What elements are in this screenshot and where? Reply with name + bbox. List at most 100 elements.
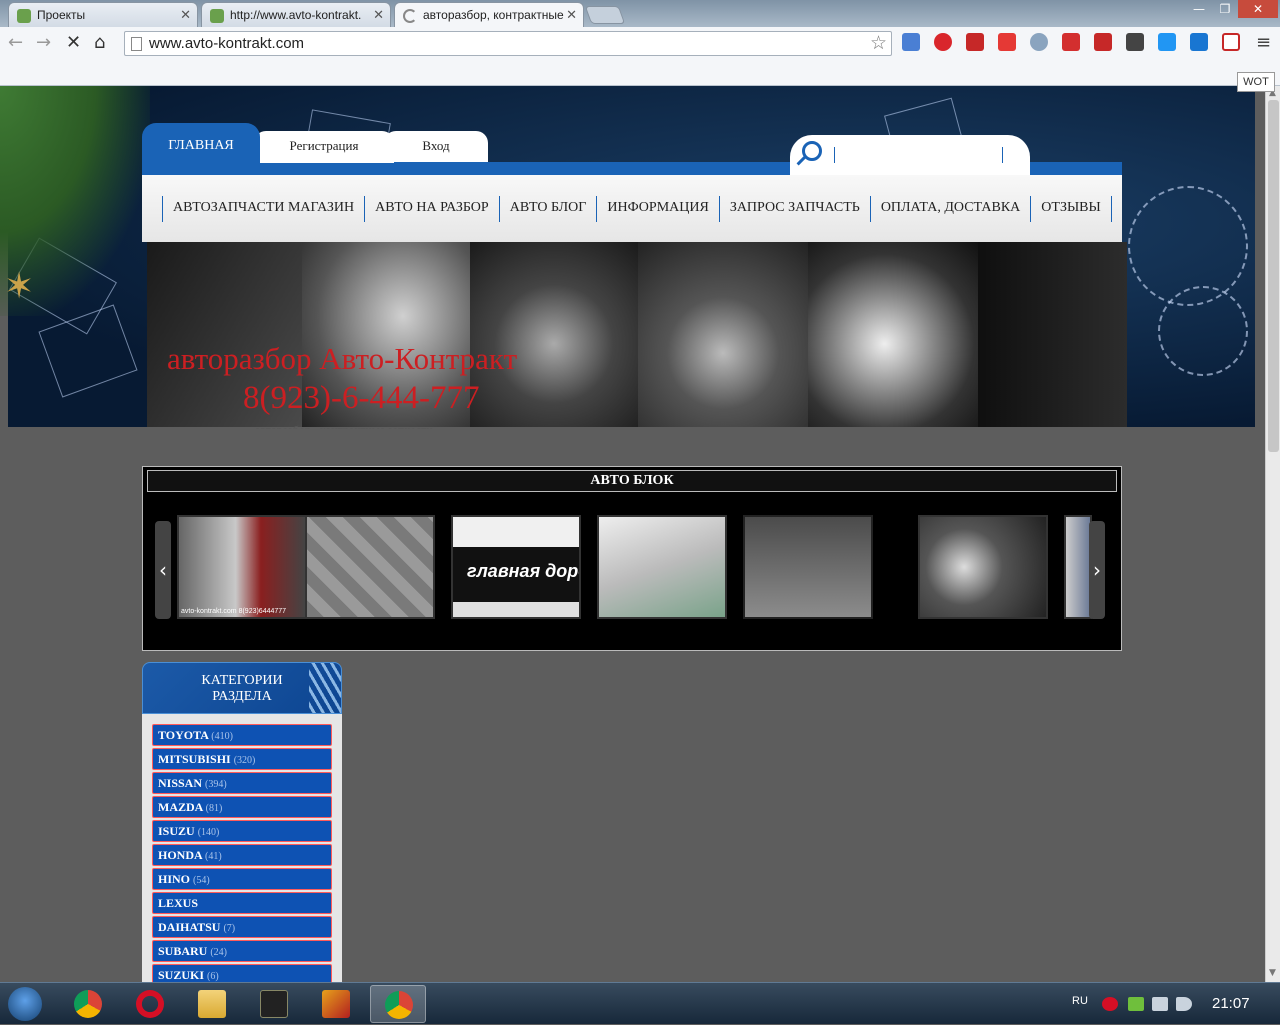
- search-input[interactable]: [834, 147, 835, 163]
- favicon-icon: [210, 9, 224, 23]
- tab-avto-kontrakt[interactable]: http://www.avto-kontrakt. ✕: [201, 2, 391, 27]
- category-hino[interactable]: HINO (54): [152, 868, 332, 890]
- tab-projects[interactable]: Проекты ✕: [8, 2, 198, 27]
- category-suzuki[interactable]: SUZUKI (6): [152, 964, 332, 982]
- search-divider: [1002, 147, 1003, 163]
- category-daihatsu[interactable]: DAIHATSU (7): [152, 916, 332, 938]
- taskbar-game[interactable]: [246, 985, 302, 1023]
- pdf-icon[interactable]: [1062, 33, 1080, 51]
- category-nissan[interactable]: NISSAN (394): [152, 772, 332, 794]
- close-icon[interactable]: ✕: [373, 7, 384, 23]
- tab-active[interactable]: авторазбор, контрактные ✕: [394, 2, 584, 28]
- blog-thumb-partial[interactable]: [1064, 515, 1092, 619]
- menu-item-shop[interactable]: АВТОЗАПЧАСТИ МАГАЗИН: [162, 196, 364, 222]
- blog-thumb-tire[interactable]: [918, 515, 1048, 619]
- category-mazda[interactable]: MAZDA (81): [152, 796, 332, 818]
- menu-icon[interactable]: ≡: [1256, 32, 1271, 54]
- adblock-icon[interactable]: [934, 33, 952, 51]
- menu-item-request-part[interactable]: ЗАПРОС ЗАПЧАСТЬ: [718, 196, 870, 222]
- taskbar-app[interactable]: [308, 985, 364, 1023]
- category-toyota[interactable]: TOYOTA (410): [152, 724, 332, 746]
- banner-photo-brake: [638, 242, 808, 427]
- tab-title: Проекты: [37, 8, 86, 22]
- extension-icon[interactable]: [1094, 33, 1112, 51]
- slider-prev-button[interactable]: ‹: [155, 521, 171, 619]
- tab-login[interactable]: Вход: [384, 131, 488, 163]
- app-icon: [322, 990, 350, 1018]
- banner-photo: [978, 242, 1127, 427]
- volume-icon[interactable]: [1176, 997, 1192, 1011]
- menu-item-reviews[interactable]: ОТЗЫВЫ: [1030, 196, 1112, 222]
- bookmark-icon[interactable]: [966, 33, 984, 51]
- blog-thumb-police[interactable]: avto-kontrakt.com 8(923)6444777: [177, 515, 307, 619]
- new-tab-button[interactable]: [584, 6, 626, 24]
- main-menu: АВТОЗАПЧАСТИ МАГАЗИН АВТО НА РАЗБОР АВТО…: [162, 196, 1112, 222]
- brand-name: авторазбор Авто-Контракт: [167, 341, 518, 376]
- chrome-icon: [74, 990, 102, 1018]
- restore-icon[interactable]: ❐: [1212, 0, 1238, 18]
- home-icon[interactable]: ⌂: [94, 32, 105, 54]
- category-isuzu[interactable]: ISUZU (140): [152, 820, 332, 842]
- tab-register[interactable]: Регистрация: [254, 131, 394, 163]
- auto-blog-slider: АВТО БЛОК ‹ avto-kontrakt.com 8(923)6444…: [142, 466, 1122, 651]
- close-icon[interactable]: ✕: [180, 7, 191, 23]
- network-tray-icon[interactable]: [1152, 997, 1168, 1011]
- category-lexus[interactable]: LEXUS: [152, 892, 332, 914]
- gmail-icon[interactable]: [998, 33, 1016, 51]
- blog-thumb-main-road[interactable]: главная дорога: [451, 515, 581, 619]
- address-bar[interactable]: www.avto-kontrakt.com ☆: [124, 31, 892, 56]
- scroll-down-icon[interactable]: ▼: [1269, 968, 1276, 978]
- browser-toolbar: ← → ✕ ⌂ www.avto-kontrakt.com ☆ ≡: [0, 27, 1280, 60]
- taskbar-opera[interactable]: [122, 985, 178, 1023]
- clock[interactable]: 21:07: [1212, 995, 1250, 1012]
- star-icon[interactable]: ☆: [870, 32, 887, 54]
- network-icon[interactable]: [1030, 33, 1048, 51]
- blog-thumb-traffic[interactable]: [743, 515, 873, 619]
- pocket-icon[interactable]: [1126, 33, 1144, 51]
- taskbar-chrome-active[interactable]: [370, 985, 426, 1023]
- x-icon[interactable]: [1190, 33, 1208, 51]
- wot-icon[interactable]: [1222, 33, 1240, 51]
- translate-icon[interactable]: [902, 33, 920, 51]
- scrollbar-thumb[interactable]: [1268, 100, 1279, 452]
- opera-icon: [136, 990, 164, 1018]
- slider-next-button[interactable]: ›: [1089, 521, 1105, 619]
- category-subaru[interactable]: SUBARU (24): [152, 940, 332, 962]
- opera-tray-icon[interactable]: [1102, 997, 1118, 1011]
- category-mitsubishi[interactable]: MITSUBISHI (320): [152, 748, 332, 770]
- search-icon[interactable]: [802, 141, 822, 161]
- bookmarks-bar: »: [0, 60, 1280, 133]
- cube-decoration: [38, 304, 138, 398]
- minimize-icon[interactable]: —: [1186, 0, 1212, 18]
- blog-thumb-document[interactable]: [597, 515, 727, 619]
- language-indicator[interactable]: RU: [1072, 995, 1088, 1007]
- star-decoration: ✶: [4, 266, 35, 307]
- taskbar-explorer[interactable]: [184, 985, 240, 1023]
- page-scrollbar[interactable]: ▲ ▼: [1265, 86, 1280, 982]
- menu-item-blog[interactable]: АВТО БЛОГ: [498, 196, 597, 222]
- category-honda[interactable]: HONDA (41): [152, 844, 332, 866]
- d-icon[interactable]: [1158, 33, 1176, 51]
- search-box[interactable]: [790, 135, 1030, 175]
- start-button[interactable]: [2, 983, 48, 1025]
- forward-icon[interactable]: →: [36, 32, 51, 54]
- loading-icon: [403, 9, 417, 23]
- tab-home[interactable]: ГЛАВНАЯ: [142, 123, 260, 163]
- taskbar-chrome[interactable]: [60, 985, 116, 1023]
- menu-item-payment-delivery[interactable]: ОПЛАТА, ДОСТАВКА: [869, 196, 1030, 222]
- blog-thumb-intersection[interactable]: [305, 515, 435, 619]
- menu-item-cars-for-parts[interactable]: АВТО НА РАЗБОР: [364, 196, 499, 222]
- slider-title: АВТО БЛОК: [147, 470, 1117, 492]
- menu-item-info[interactable]: ИНФОРМАЦИЯ: [596, 196, 718, 222]
- browser-chrome: Проекты ✕ http://www.avto-kontrakt. ✕ ав…: [0, 0, 1280, 133]
- banner-photo-wheel: [808, 242, 978, 427]
- stripe-decoration: [309, 663, 341, 713]
- close-icon[interactable]: ✕: [566, 7, 577, 23]
- chrome-icon: [385, 991, 413, 1019]
- window-close-icon[interactable]: ✕: [1238, 0, 1278, 18]
- security-tray-icon[interactable]: [1128, 997, 1144, 1011]
- stop-icon[interactable]: ✕: [66, 32, 81, 54]
- tab-title: авторазбор, контрактные: [423, 8, 564, 22]
- back-icon[interactable]: ←: [8, 32, 23, 54]
- categories-list: TOYOTA (410) MITSUBISHI (320) NISSAN (39…: [152, 724, 332, 982]
